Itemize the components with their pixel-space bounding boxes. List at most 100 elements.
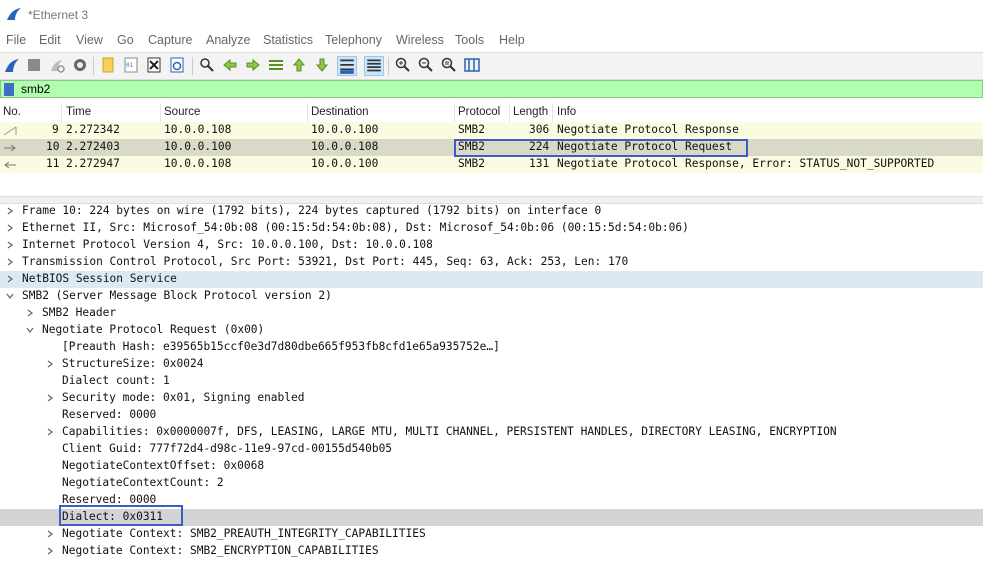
- packet-time: 2.272947: [66, 157, 120, 170]
- packet-time: 2.272403: [66, 140, 120, 153]
- zoom-out-icon[interactable]: [418, 57, 434, 73]
- normal-size-icon[interactable]: [441, 57, 457, 73]
- menu-help[interactable]: Help: [499, 33, 525, 47]
- chevron-down-icon[interactable]: [6, 292, 14, 300]
- tree-item[interactable]: [Preauth Hash: e39565b15ccf0e3d7d80dbe66…: [0, 339, 983, 356]
- restart-icon[interactable]: [49, 57, 65, 73]
- menu-telephony[interactable]: Telephony: [325, 33, 382, 47]
- tree-item[interactable]: Internet Protocol Version 4, Src: 10.0.0…: [0, 237, 983, 254]
- column-protocol[interactable]: Protocol: [458, 106, 500, 118]
- tree-item-label: SMB2 (Server Message Block Protocol vers…: [22, 289, 332, 302]
- menu-file[interactable]: File: [6, 33, 26, 47]
- tree-item-label: NetBIOS Session Service: [22, 272, 177, 285]
- packet-destination: 10.0.0.100: [311, 123, 379, 136]
- chevron-right-icon[interactable]: [6, 241, 14, 249]
- tree-item[interactable]: Client Guid: 777f72d4-d98c-11e9-97cd-001…: [0, 441, 983, 458]
- chevron-right-icon[interactable]: [46, 428, 54, 436]
- autoscroll-icon[interactable]: [337, 56, 357, 76]
- chevron-down-icon[interactable]: [26, 326, 34, 334]
- column-info[interactable]: Info: [557, 106, 576, 118]
- response-arrow-icon: [4, 161, 16, 169]
- tree-item-label: Capabilities: 0x0000007f, DFS, LEASING, …: [62, 425, 837, 438]
- stop-icon[interactable]: [26, 57, 42, 73]
- chevron-right-icon[interactable]: [6, 275, 14, 283]
- menu-view[interactable]: View: [76, 33, 103, 47]
- related-packet-icon: [3, 126, 17, 136]
- column-destination[interactable]: Destination: [311, 106, 369, 118]
- display-filter-bar[interactable]: smb2: [0, 80, 983, 98]
- bookmark-icon[interactable]: [4, 83, 14, 96]
- first-packet-icon[interactable]: [291, 57, 307, 73]
- highlight-box: [59, 505, 183, 526]
- tree-item[interactable]: Reserved: 0000: [0, 407, 983, 424]
- chevron-right-icon[interactable]: [46, 530, 54, 538]
- tree-item[interactable]: NetBIOS Session Service: [0, 271, 983, 288]
- tree-item[interactable]: SMB2 (Server Message Block Protocol vers…: [0, 288, 983, 305]
- save-icon[interactable]: 01: [123, 57, 139, 73]
- forward-icon[interactable]: [245, 57, 261, 73]
- chevron-right-icon[interactable]: [46, 547, 54, 555]
- menu-go[interactable]: Go: [117, 33, 134, 47]
- tree-item-label: Reserved: 0000: [62, 408, 157, 421]
- open-file-icon[interactable]: [100, 57, 116, 73]
- options-icon[interactable]: [72, 57, 88, 73]
- back-icon[interactable]: [222, 57, 238, 73]
- tree-item[interactable]: Security mode: 0x01, Signing enabled: [0, 390, 983, 407]
- tree-item[interactable]: Transmission Control Protocol, Src Port:…: [0, 254, 983, 271]
- tree-item[interactable]: SMB2 Header: [0, 305, 983, 322]
- tree-item[interactable]: StructureSize: 0x0024: [0, 356, 983, 373]
- column-source[interactable]: Source: [164, 106, 200, 118]
- tree-item[interactable]: NegotiateContextCount: 2: [0, 475, 983, 492]
- tree-item-label: SMB2 Header: [42, 306, 117, 319]
- display-filter-input[interactable]: smb2: [21, 82, 50, 96]
- chevron-right-icon[interactable]: [6, 258, 14, 266]
- tree-item[interactable]: Dialect count: 1: [0, 373, 983, 390]
- packet-protocol: SMB2: [458, 123, 485, 136]
- packet-info: Negotiate Protocol Response, Error: STAT…: [557, 157, 935, 170]
- reload-icon[interactable]: [169, 57, 185, 73]
- packet-source: 10.0.0.108: [164, 123, 232, 136]
- chevron-right-icon[interactable]: [46, 360, 54, 368]
- colorize-icon[interactable]: [364, 56, 384, 76]
- menu-statistics[interactable]: Statistics: [263, 33, 313, 47]
- menu-capture[interactable]: Capture: [148, 33, 192, 47]
- tree-item[interactable]: NegotiateContextOffset: 0x0068: [0, 458, 983, 475]
- column-length[interactable]: Length: [513, 106, 548, 118]
- shark-fin-icon[interactable]: [4, 57, 20, 73]
- column-time[interactable]: Time: [66, 106, 91, 118]
- menu-wireless[interactable]: Wireless: [396, 33, 444, 47]
- menu-tools[interactable]: Tools: [455, 33, 484, 47]
- menu-analyze[interactable]: Analyze: [206, 33, 250, 47]
- packet-time: 2.272342: [66, 123, 120, 136]
- shark-fin-icon: [7, 8, 21, 20]
- chevron-right-icon[interactable]: [26, 309, 34, 317]
- packet-row[interactable]: 11 2.272947 10.0.0.108 10.0.0.100 SMB2 1…: [0, 156, 983, 173]
- tree-item[interactable]: Negotiate Protocol Request (0x00): [0, 322, 983, 339]
- zoom-in-icon[interactable]: [395, 57, 411, 73]
- tree-item-label: Internet Protocol Version 4, Src: 10.0.0…: [22, 238, 433, 251]
- tree-item-label: Negotiate Protocol Request (0x00): [42, 323, 265, 336]
- find-icon[interactable]: [199, 57, 215, 73]
- packet-no: 10: [46, 140, 60, 153]
- tree-item-label: Client Guid: 777f72d4-d98c-11e9-97cd-001…: [62, 442, 393, 455]
- last-packet-icon[interactable]: [314, 57, 330, 73]
- packet-destination: 10.0.0.100: [311, 157, 379, 170]
- tree-item[interactable]: Negotiate Context: SMB2_PREAUTH_INTEGRIT…: [0, 526, 983, 543]
- packet-protocol: SMB2: [458, 157, 485, 170]
- packet-row[interactable]: 9 2.272342 10.0.0.108 10.0.0.100 SMB2 30…: [0, 122, 983, 139]
- chevron-right-icon[interactable]: [46, 394, 54, 402]
- column-no[interactable]: No.: [3, 106, 21, 118]
- chevron-right-icon[interactable]: [6, 224, 14, 232]
- tree-item-label: NegotiateContextCount: 2: [62, 476, 224, 489]
- svg-text:01: 01: [126, 62, 134, 69]
- tree-item[interactable]: Ethernet II, Src: Microsof_54:0b:08 (00:…: [0, 220, 983, 237]
- resize-columns-icon[interactable]: [464, 57, 480, 73]
- close-file-icon[interactable]: [146, 57, 162, 73]
- chevron-right-icon[interactable]: [6, 207, 14, 215]
- menu-edit[interactable]: Edit: [39, 33, 61, 47]
- tree-item-label: Frame 10: 224 bytes on wire (1792 bits),…: [22, 204, 602, 217]
- go-to-packet-icon[interactable]: [268, 57, 284, 73]
- tree-item[interactable]: Capabilities: 0x0000007f, DFS, LEASING, …: [0, 424, 983, 441]
- tree-item[interactable]: Negotiate Context: SMB2_ENCRYPTION_CAPAB…: [0, 543, 983, 560]
- tree-item[interactable]: Frame 10: 224 bytes on wire (1792 bits),…: [0, 203, 983, 220]
